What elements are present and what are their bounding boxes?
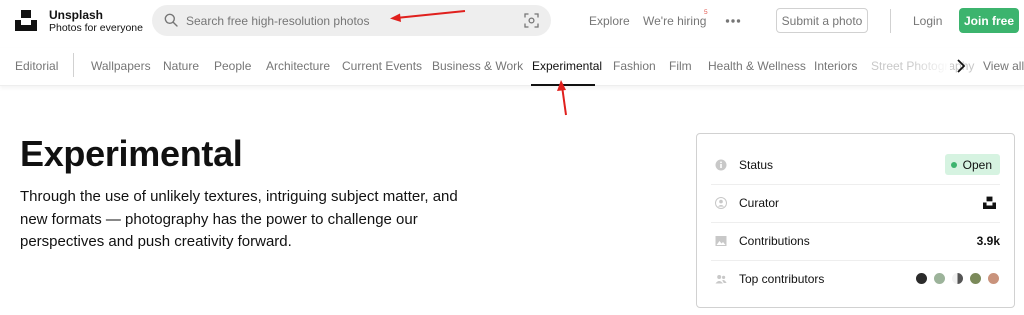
join-free-button[interactable]: Join free <box>959 8 1019 33</box>
more-icon[interactable] <box>725 14 741 28</box>
chevron-right-icon[interactable] <box>954 58 968 74</box>
topic-nav: Editorial Wallpapers Nature People Archi… <box>0 48 1024 86</box>
nav-explore[interactable]: Explore <box>589 14 630 28</box>
nav-hiring[interactable]: We're hiring <box>643 14 706 28</box>
status-dot <box>950 161 957 168</box>
login-link[interactable]: Login <box>913 14 942 28</box>
topic-health-wellness[interactable]: Health & Wellness <box>708 59 806 73</box>
avatar[interactable] <box>915 272 928 285</box>
hiring-badge: 5 <box>704 9 708 16</box>
topic-film[interactable]: Film <box>669 59 692 73</box>
search-bar[interactable] <box>152 5 551 36</box>
topic-current-events[interactable]: Current Events <box>342 59 422 73</box>
curator-label: Curator <box>739 196 780 210</box>
curator-row: Curator <box>711 185 1000 223</box>
active-topic-underline <box>531 84 595 86</box>
top-contributors-label: Top contributors <box>739 272 825 286</box>
topic-people[interactable]: People <box>214 59 251 73</box>
top-contributors-row: Top contributors <box>711 261 1000 299</box>
topic-view-all[interactable]: View all <box>983 59 1024 73</box>
contributions-value: 3.9k <box>976 234 1000 248</box>
topic-info-card: Status Open Curator Contributions 3.9k T… <box>696 133 1015 308</box>
topic-nature[interactable]: Nature <box>163 59 199 73</box>
curator-logo[interactable] <box>983 196 996 209</box>
topic-editorial[interactable]: Editorial <box>15 59 58 73</box>
status-row: Status Open <box>711 147 1000 185</box>
unsplash-logo[interactable] <box>15 9 37 31</box>
topic-interiors[interactable]: Interiors <box>814 59 857 73</box>
page-title: Experimental <box>20 133 243 174</box>
topic-fashion[interactable]: Fashion <box>613 59 656 73</box>
status-label: Status <box>739 158 774 172</box>
brand-name[interactable]: Unsplash <box>49 8 103 22</box>
topic-business-work[interactable]: Business & Work <box>432 59 523 73</box>
avatar[interactable] <box>951 272 964 285</box>
avatar[interactable] <box>969 272 982 285</box>
avatar[interactable] <box>933 272 946 285</box>
search-input[interactable] <box>186 5 506 36</box>
topic-fade <box>910 48 950 84</box>
status-badge: Open <box>944 154 1000 175</box>
topic-experimental[interactable]: Experimental <box>532 59 602 73</box>
search-icon[interactable] <box>164 13 178 27</box>
status-value: Open <box>962 157 992 172</box>
users-icon <box>715 275 727 284</box>
header-divider <box>890 9 891 33</box>
brand-tagline: Photos for everyone <box>49 22 143 34</box>
user-icon <box>715 197 727 209</box>
contributions-label: Contributions <box>739 234 810 248</box>
visual-search-icon[interactable] <box>524 13 539 28</box>
avatar[interactable] <box>987 272 1000 285</box>
topic-description: Through the use of unlikely textures, in… <box>20 188 458 250</box>
info-icon <box>715 159 727 171</box>
top-header: Unsplash Photos for everyone Explore We'… <box>0 0 1024 42</box>
topic-wallpapers[interactable]: Wallpapers <box>91 59 151 73</box>
topic-divider <box>73 53 74 77</box>
image-icon <box>715 236 727 246</box>
contributions-row: Contributions 3.9k <box>711 223 1000 261</box>
topic-architecture[interactable]: Architecture <box>266 59 330 73</box>
contributor-avatars <box>910 272 1000 285</box>
submit-photo-button[interactable]: Submit a photo <box>776 8 868 33</box>
